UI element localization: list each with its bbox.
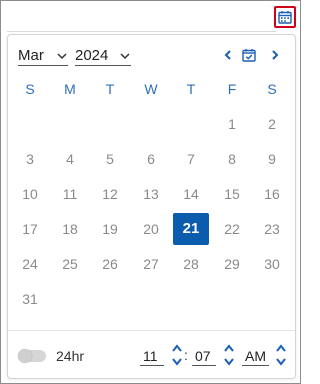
weekday-label: M bbox=[64, 81, 76, 97]
day-cell-selected[interactable]: 21 bbox=[173, 213, 209, 245]
calendar-header: Mar 2024 bbox=[8, 35, 295, 75]
day-cell[interactable]: 11 bbox=[52, 178, 88, 210]
month-value: Mar bbox=[18, 47, 44, 64]
month-select[interactable]: Mar bbox=[18, 46, 68, 66]
calendar-icon bbox=[278, 11, 292, 24]
day-cell[interactable]: 5 bbox=[92, 143, 128, 175]
day-cell[interactable]: 31 bbox=[12, 283, 48, 315]
minute-field[interactable]: 07 bbox=[192, 346, 216, 366]
weekday-header-row: SMTWTFS bbox=[8, 81, 295, 103]
day-cell[interactable]: 22 bbox=[214, 213, 250, 245]
chevron-down-icon bbox=[120, 52, 130, 59]
weekday-label: F bbox=[227, 81, 237, 97]
day-cell[interactable]: 1 bbox=[214, 108, 250, 140]
day-cell[interactable]: 4 bbox=[52, 143, 88, 175]
day-cell[interactable]: 10 bbox=[12, 178, 48, 210]
meridiem-field[interactable]: AM bbox=[242, 346, 269, 366]
day-cell[interactable]: 6 bbox=[133, 143, 169, 175]
day-cell[interactable]: 30 bbox=[254, 248, 290, 280]
hour-stepper-icon[interactable] bbox=[171, 343, 183, 367]
day-cell[interactable]: 3 bbox=[12, 143, 48, 175]
toggle-knob bbox=[18, 349, 32, 363]
24hr-toggle[interactable] bbox=[18, 349, 46, 363]
day-cell[interactable]: 8 bbox=[214, 143, 250, 175]
day-cell[interactable]: 18 bbox=[52, 213, 88, 245]
minute-stepper-icon[interactable] bbox=[223, 343, 235, 367]
day-cell[interactable]: 25 bbox=[52, 248, 88, 280]
24hr-label: 24hr bbox=[56, 348, 85, 364]
day-cell[interactable]: 26 bbox=[92, 248, 128, 280]
previous-month-button[interactable] bbox=[220, 47, 236, 63]
day-cell[interactable]: 29 bbox=[214, 248, 250, 280]
time-footer: 24hr 11 : 07 AM bbox=[8, 331, 295, 379]
calendar-check-icon bbox=[242, 49, 256, 62]
day-cell[interactable]: 28 bbox=[173, 248, 209, 280]
year-select[interactable]: 2024 bbox=[75, 46, 131, 66]
day-cell[interactable]: 15 bbox=[214, 178, 250, 210]
day-cell[interactable]: 27 bbox=[133, 248, 169, 280]
day-cell[interactable]: 24 bbox=[12, 248, 48, 280]
day-cell[interactable]: 17 bbox=[12, 213, 48, 245]
day-cell[interactable]: 23 bbox=[254, 213, 290, 245]
day-cell[interactable]: 12 bbox=[92, 178, 128, 210]
year-value: 2024 bbox=[75, 47, 109, 64]
chevron-left-icon bbox=[224, 50, 231, 60]
meridiem-stepper-icon[interactable] bbox=[275, 343, 287, 367]
day-cell[interactable]: 19 bbox=[92, 213, 128, 245]
time-separator: : bbox=[184, 347, 188, 363]
day-cell[interactable]: 16 bbox=[254, 178, 290, 210]
day-cell[interactable]: 14 bbox=[173, 178, 209, 210]
day-cell[interactable]: 20 bbox=[133, 213, 169, 245]
date-input-bar[interactable] bbox=[1, 1, 300, 31]
today-button[interactable] bbox=[241, 47, 257, 63]
weekday-label: T bbox=[105, 81, 115, 97]
weekday-label: T bbox=[186, 81, 196, 97]
day-cell[interactable]: 7 bbox=[173, 143, 209, 175]
date-time-picker: Mar 2024 S M T W T F S 1 2 3 4 5 6 7 8 9… bbox=[0, 0, 301, 384]
next-month-button[interactable] bbox=[267, 47, 283, 63]
input-underline bbox=[7, 31, 276, 32]
weekday-label: W bbox=[144, 81, 158, 97]
calendar-toggle-button[interactable] bbox=[274, 6, 296, 28]
chevron-down-icon bbox=[57, 52, 67, 59]
day-cell[interactable]: 13 bbox=[133, 178, 169, 210]
chevron-right-icon bbox=[272, 50, 279, 60]
day-cell[interactable]: 2 bbox=[254, 108, 290, 140]
weekday-label: S bbox=[267, 81, 277, 97]
weekday-label: S bbox=[25, 81, 35, 97]
day-cell[interactable]: 9 bbox=[254, 143, 290, 175]
hour-field[interactable]: 11 bbox=[140, 346, 164, 366]
calendar-panel: Mar 2024 S M T W T F S 1 2 3 4 5 6 7 8 9… bbox=[7, 34, 296, 379]
